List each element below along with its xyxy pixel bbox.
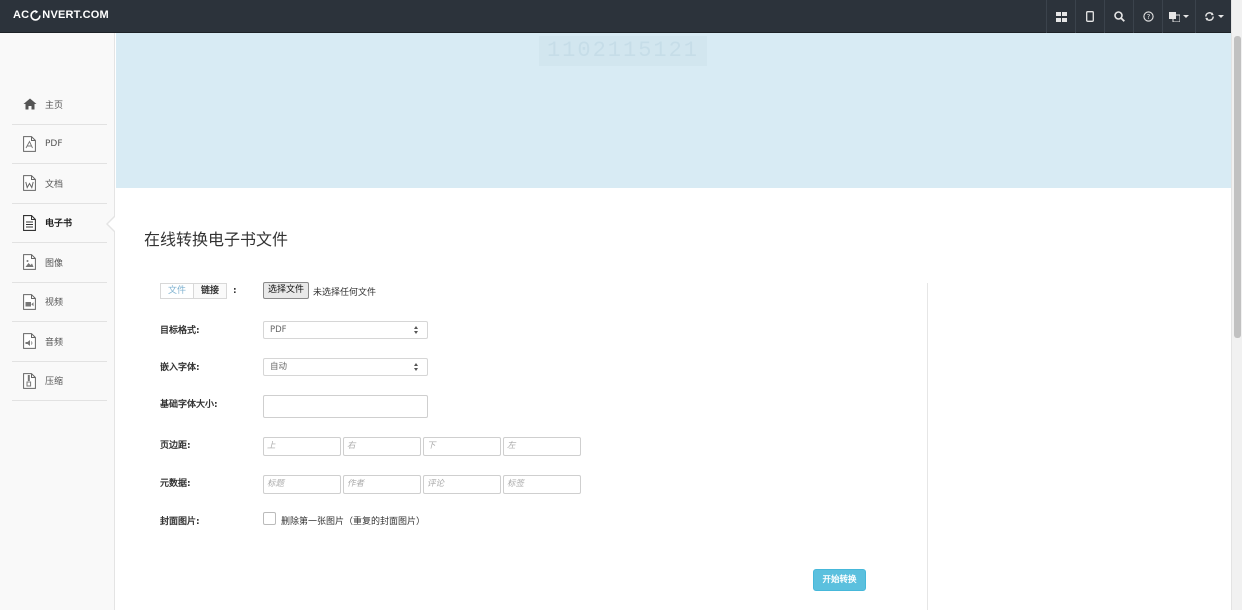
- logo-suffix: NVERT.COM: [42, 9, 109, 21]
- sidebar-item-image[interactable]: 图像: [12, 243, 107, 283]
- page-title: 在线转换电子书文件: [144, 230, 289, 249]
- logo-prefix: AC: [13, 9, 30, 21]
- sidebar-item-archive[interactable]: 压缩: [12, 362, 107, 401]
- choose-file-button[interactable]: 选择文件: [263, 282, 310, 299]
- embed-font-value: 自动: [270, 362, 288, 372]
- remove-cover-checkbox[interactable]: [263, 512, 276, 525]
- source-tabs: 文件 链接 :: [160, 283, 237, 299]
- archive-file-icon: [22, 372, 37, 389]
- top-navbar: AC NVERT.COM ?: [0, 0, 1231, 33]
- language-icon[interactable]: [1162, 0, 1195, 33]
- margin-top-input[interactable]: 上: [263, 437, 341, 456]
- metadata-author-input[interactable]: 作者: [343, 475, 421, 494]
- sidebar-item-home[interactable]: 主页: [12, 85, 107, 125]
- metadata-comment-input[interactable]: 评论: [423, 475, 501, 494]
- embed-font-select[interactable]: 自动: [263, 358, 428, 376]
- active-indicator: [108, 215, 116, 232]
- sidebar-item-document[interactable]: 文档: [12, 164, 107, 204]
- tab-file[interactable]: 文件: [160, 283, 195, 299]
- sidebar-item-label: 电子书: [45, 219, 73, 230]
- start-conversion-button[interactable]: 开始转换: [813, 569, 866, 591]
- target-format-value: PDF: [270, 325, 287, 335]
- sidebar-item-video[interactable]: 视频: [12, 283, 107, 322]
- sidebar-list: 主页 PDF 文档 电子书 图像 视频 音频 压缩: [12, 85, 116, 401]
- page-scrollbar[interactable]: [1231, 0, 1242, 610]
- margins-label: 页边距:: [160, 441, 191, 451]
- metadata-label: 元数据:: [160, 479, 191, 489]
- site-logo[interactable]: AC NVERT.COM: [13, 9, 109, 21]
- target-format-select[interactable]: PDF: [263, 321, 428, 339]
- embed-font-label: 嵌入字体:: [160, 363, 200, 373]
- metadata-title-input[interactable]: 标题: [263, 475, 341, 494]
- sidebar-item-ebook[interactable]: 电子书: [12, 204, 116, 243]
- metadata-tags-input[interactable]: 标签: [503, 475, 581, 494]
- home-icon: [22, 96, 37, 113]
- top-icon-bar: ?: [1046, 0, 1231, 33]
- select-arrows-icon: [414, 326, 419, 334]
- tab-link[interactable]: 链接: [194, 283, 228, 299]
- sidebar-item-label: 视频: [45, 298, 64, 309]
- content-divider: [927, 283, 928, 610]
- margin-right-input[interactable]: 右: [343, 437, 421, 456]
- chevron-down-icon: [1217, 15, 1224, 18]
- ad-banner: 1102115121: [116, 33, 1231, 188]
- cover-image-label: 封面图片:: [160, 517, 200, 527]
- sidebar-item-label: 音频: [45, 337, 64, 348]
- remove-cover-checkbox-label[interactable]: 删除第一张图片（重复的封面图片）: [281, 514, 425, 527]
- sidebar-item-audio[interactable]: 音频: [12, 322, 107, 362]
- source-colon: :: [233, 286, 237, 296]
- grid-icon[interactable]: [1046, 0, 1075, 33]
- logo-refresh-icon: [30, 9, 42, 21]
- base-font-size-input[interactable]: [263, 395, 428, 418]
- search-icon[interactable]: [1104, 0, 1133, 33]
- refresh-icon[interactable]: [1195, 0, 1231, 33]
- audio-file-icon: [22, 333, 37, 350]
- chevron-down-icon: [1183, 15, 1189, 18]
- pdf-file-icon: [22, 135, 37, 152]
- banner-faded-text: 1102115121: [539, 36, 707, 66]
- sidebar-item-pdf[interactable]: PDF: [12, 125, 107, 164]
- margin-left-input[interactable]: 左: [503, 437, 581, 456]
- margin-bottom-input[interactable]: 下: [423, 437, 501, 456]
- help-icon[interactable]: ?: [1133, 0, 1162, 33]
- sidebar: 主页 PDF 文档 电子书 图像 视频 音频 压缩: [0, 33, 116, 610]
- sidebar-item-label: 压缩: [45, 377, 64, 388]
- sidebar-item-label: 图像: [45, 258, 64, 269]
- word-file-icon: [22, 175, 37, 192]
- video-file-icon: [22, 293, 37, 310]
- base-font-size-label: 基础字体大小:: [160, 400, 218, 410]
- sidebar-item-label: PDF: [45, 138, 63, 149]
- no-file-selected-text: 未选择任何文件: [313, 288, 377, 298]
- sidebar-item-label: 文档: [45, 179, 64, 190]
- target-format-label: 目标格式:: [160, 326, 200, 336]
- svg-text:?: ?: [1146, 13, 1150, 21]
- ebook-file-icon: [22, 214, 37, 231]
- select-arrows-icon: [414, 363, 419, 371]
- mobile-icon[interactable]: [1075, 0, 1104, 33]
- image-file-icon: [22, 254, 37, 271]
- sidebar-item-label: 主页: [45, 100, 64, 111]
- scrollbar-thumb[interactable]: [1234, 36, 1241, 338]
